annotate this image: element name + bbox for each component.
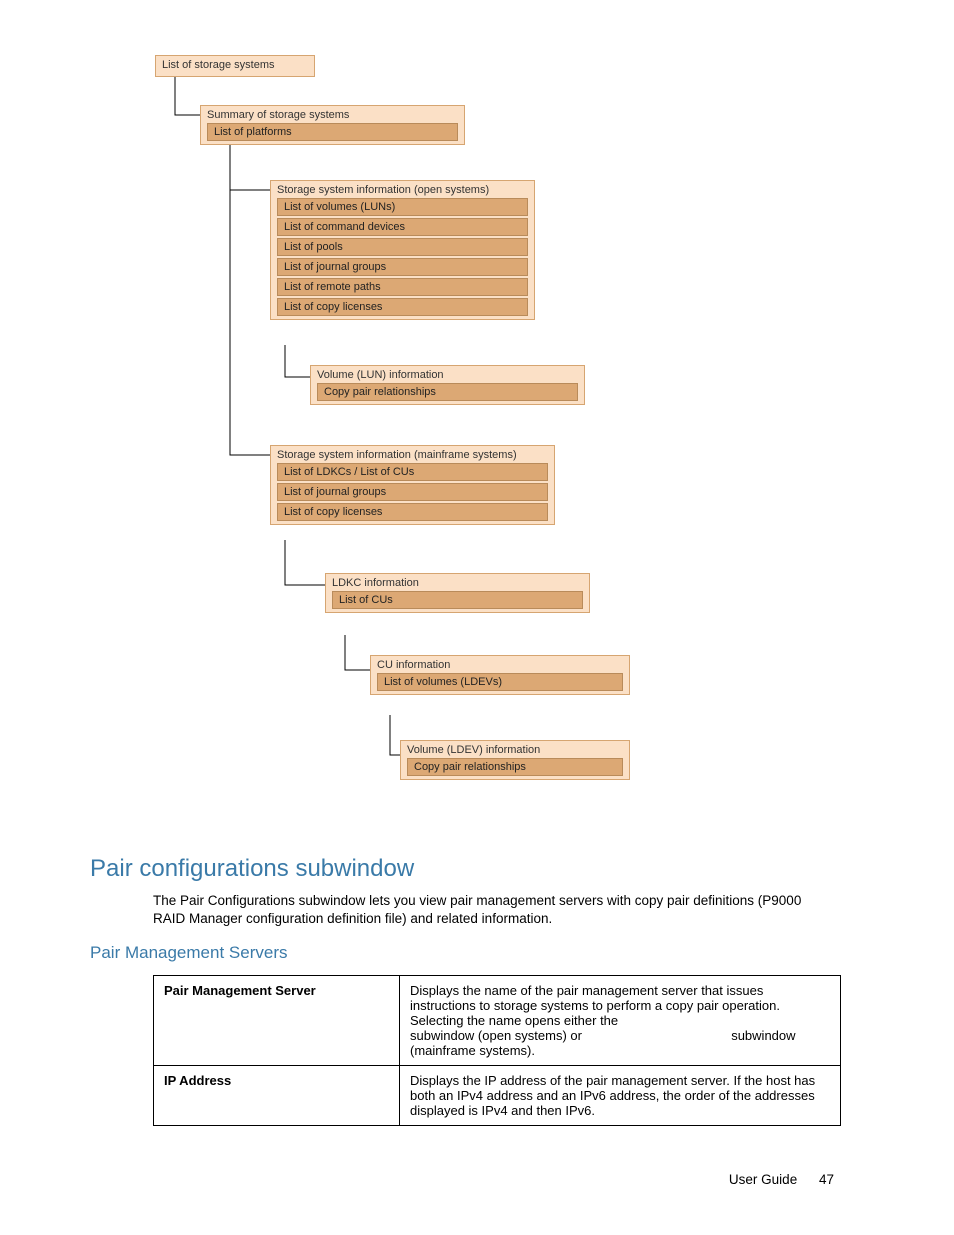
node-title: List of storage systems xyxy=(162,59,308,71)
node-cu-info: CU information List of volumes (LDEVs) xyxy=(370,655,630,695)
node-volume-lun: Volume (LUN) information Copy pair relat… xyxy=(310,365,585,405)
node-sub: List of copy licenses xyxy=(277,298,528,316)
node-title: CU information xyxy=(377,659,623,671)
text: subwindow (open systems) or xyxy=(410,1028,586,1043)
node-list-storage-systems: List of storage systems xyxy=(155,55,315,77)
node-storage-open: Storage system information (open systems… xyxy=(270,180,535,320)
node-sub: List of copy licenses xyxy=(277,503,548,521)
node-sub: List of volumes (LDEVs) xyxy=(377,673,623,691)
text: Displays the name of the pair management… xyxy=(410,983,780,1028)
cell-key: Pair Management Server xyxy=(154,976,400,1066)
node-sub: List of journal groups xyxy=(277,258,528,276)
node-sub: List of platforms xyxy=(207,123,458,141)
node-title: LDKC information xyxy=(332,577,583,589)
node-sub: List of remote paths xyxy=(277,278,528,296)
node-title: Storage system information (open systems… xyxy=(277,184,528,196)
node-sub: List of CUs xyxy=(332,591,583,609)
cell-key: IP Address xyxy=(154,1066,400,1126)
paragraph-intro: The Pair Configurations subwindow lets y… xyxy=(153,892,834,928)
table-pair-mgmt: Pair Management Server Displays the name… xyxy=(153,975,841,1126)
cell-value: Displays the IP address of the pair mana… xyxy=(400,1066,841,1126)
node-title: Summary of storage systems xyxy=(207,109,458,121)
node-ldkc-info: LDKC information List of CUs xyxy=(325,573,590,613)
node-sub: List of command devices xyxy=(277,218,528,236)
table-row: Pair Management Server Displays the name… xyxy=(154,976,841,1066)
cell-value: Displays the name of the pair management… xyxy=(400,976,841,1066)
node-storage-mainframe: Storage system information (mainframe sy… xyxy=(270,445,555,525)
node-sub: Copy pair relationships xyxy=(407,758,623,776)
node-summary-storage-systems: Summary of storage systems List of platf… xyxy=(200,105,465,145)
node-sub: List of journal groups xyxy=(277,483,548,501)
heading-pair-mgmt-servers: Pair Management Servers xyxy=(90,943,287,963)
node-sub: List of volumes (LUNs) xyxy=(277,198,528,216)
node-title: Storage system information (mainframe sy… xyxy=(277,449,548,461)
node-sub: List of pools xyxy=(277,238,528,256)
node-title: Volume (LDEV) information xyxy=(407,744,623,756)
node-title: Volume (LUN) information xyxy=(317,369,578,381)
heading-pair-config: Pair configurations subwindow xyxy=(90,855,414,883)
node-volume-ldev: Volume (LDEV) information Copy pair rela… xyxy=(400,740,630,780)
page-footer: User Guide 47 xyxy=(729,1172,834,1187)
node-sub: List of LDKCs / List of CUs xyxy=(277,463,548,481)
footer-label: User Guide xyxy=(729,1172,797,1187)
footer-page-number: 47 xyxy=(819,1172,834,1187)
table-row: IP Address Displays the IP address of th… xyxy=(154,1066,841,1126)
node-sub: Copy pair relationships xyxy=(317,383,578,401)
